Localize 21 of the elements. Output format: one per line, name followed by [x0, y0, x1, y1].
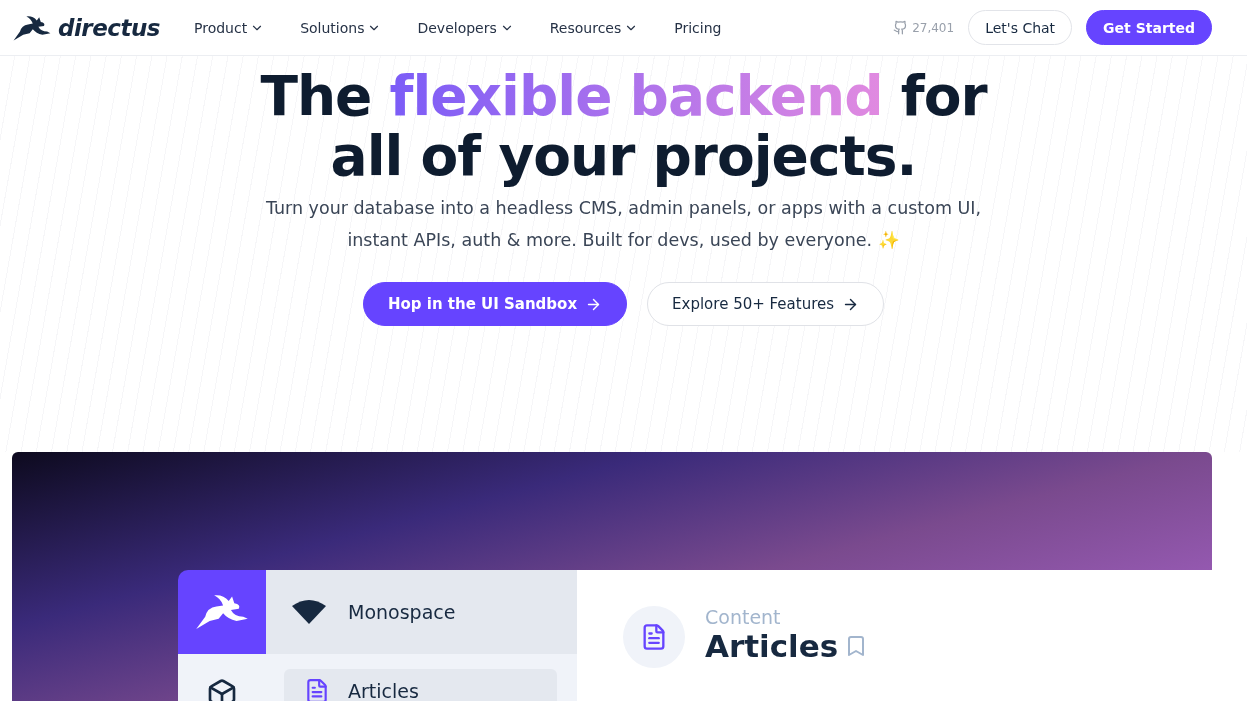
- brand-name[interactable]: directus: [58, 14, 160, 41]
- features-button[interactable]: Explore 50+ Features: [647, 282, 885, 326]
- nav-item-label: Articles: [348, 680, 419, 701]
- nav-item[interactable]: Articles: [284, 669, 557, 701]
- hero-headline: The flexible backend for all of your projects.: [260, 66, 987, 186]
- project-name: Monospace: [348, 601, 456, 623]
- project-icon: [292, 600, 326, 624]
- github-icon: [893, 20, 909, 35]
- chat-button[interactable]: Let's Chat: [968, 10, 1073, 45]
- nav-link[interactable]: Pricing: [658, 19, 738, 36]
- nav-link[interactable]: Resources: [533, 19, 655, 36]
- nav-link[interactable]: Product: [178, 19, 281, 36]
- nav-link[interactable]: Developers: [401, 19, 530, 36]
- page-title: Articles: [705, 628, 839, 664]
- hero-subtitle: Turn your database into a headless CMS, admin panels, or apps with a custom UI, instant APIs, auth & more. Built for devs, used by everyone. ✨: [264, 197, 983, 252]
- sandbox-button[interactable]: Hop in the UI Sandbox: [362, 282, 628, 326]
- get-started-button[interactable]: Get Started: [1086, 10, 1212, 45]
- nav-link[interactable]: Solutions: [284, 19, 398, 36]
- cube-icon[interactable]: [206, 678, 238, 701]
- star-count: 27,401: [912, 20, 955, 35]
- document-icon: [304, 678, 330, 701]
